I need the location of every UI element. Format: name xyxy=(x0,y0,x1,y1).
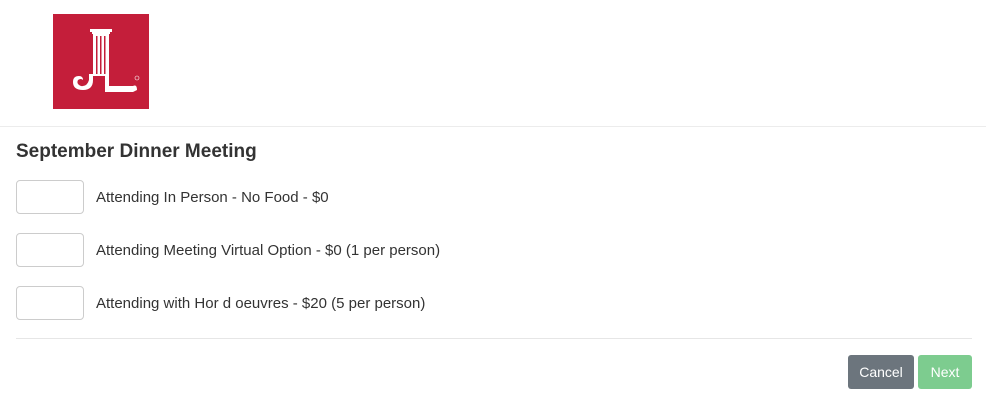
cancel-button[interactable]: Cancel xyxy=(848,355,914,389)
quantity-input-hors-doeuvres[interactable] xyxy=(16,286,84,320)
option-label-in-person: Attending In Person - No Food - $0 xyxy=(96,189,329,206)
option-label-hors-doeuvres: Attending with Hor d oeuvres - $20 (5 pe… xyxy=(96,295,426,312)
option-label-virtual: Attending Meeting Virtual Option - $0 (1… xyxy=(96,242,441,259)
page-title: September Dinner Meeting xyxy=(16,141,257,162)
divider xyxy=(16,338,972,339)
quantity-input-in-person[interactable] xyxy=(16,180,84,214)
quantity-input-virtual[interactable] xyxy=(16,233,84,267)
junior-league-logo-icon xyxy=(53,14,149,109)
header xyxy=(0,0,986,127)
next-button[interactable]: Next xyxy=(918,355,972,389)
